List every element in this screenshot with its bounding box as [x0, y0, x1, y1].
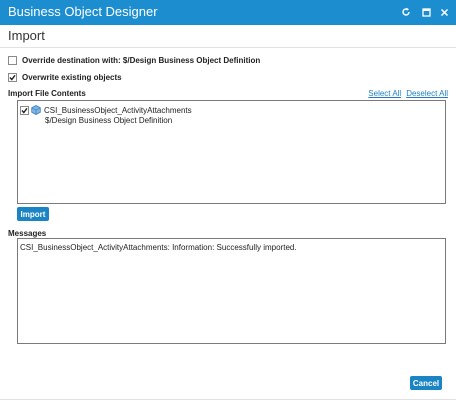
maximize-icon[interactable] [420, 6, 432, 18]
cancel-button[interactable]: Cancel [410, 376, 442, 390]
deselect-all-link[interactable]: Deselect All [406, 89, 448, 98]
close-icon[interactable] [438, 6, 450, 18]
checkmark-icon [9, 74, 16, 81]
item-checkbox[interactable] [20, 105, 29, 115]
page-title: Import [8, 28, 45, 43]
messages-label: Messages [8, 229, 47, 238]
import-file-contents-label: Import File Contents [8, 89, 86, 98]
overwrite-existing-checkbox[interactable] [8, 73, 17, 82]
import-button[interactable]: Import [17, 207, 49, 221]
item-path: $/Design Business Object Definition [45, 116, 173, 125]
footer-divider [0, 399, 456, 400]
business-object-icon [31, 105, 41, 115]
checkmark-icon [21, 107, 28, 114]
override-destination-checkbox[interactable] [8, 56, 17, 65]
title-bar: Business Object Designer [0, 0, 456, 25]
refresh-icon[interactable] [400, 6, 412, 18]
list-item[interactable]: CSI_BusinessObject_ActivityAttachments [20, 105, 192, 115]
override-destination-label: Override destination with: $/Design Busi… [22, 56, 261, 65]
override-destination-option[interactable]: Override destination with: $/Design Busi… [8, 56, 260, 65]
import-file-contents-list[interactable]: CSI_BusinessObject_ActivityAttachments $… [17, 100, 446, 204]
messages-box[interactable]: CSI_BusinessObject_ActivityAttachments: … [17, 238, 446, 344]
select-all-link[interactable]: Select All [368, 89, 401, 98]
selection-links: Select All Deselect All [368, 89, 448, 98]
overwrite-existing-label: Overwrite existing objects [22, 73, 122, 82]
item-name: CSI_BusinessObject_ActivityAttachments [44, 105, 192, 115]
overwrite-existing-option[interactable]: Overwrite existing objects [8, 73, 122, 82]
header-divider [0, 47, 456, 48]
window-title: Business Object Designer [8, 4, 158, 19]
message-text: CSI_BusinessObject_ActivityAttachments: … [20, 243, 297, 252]
